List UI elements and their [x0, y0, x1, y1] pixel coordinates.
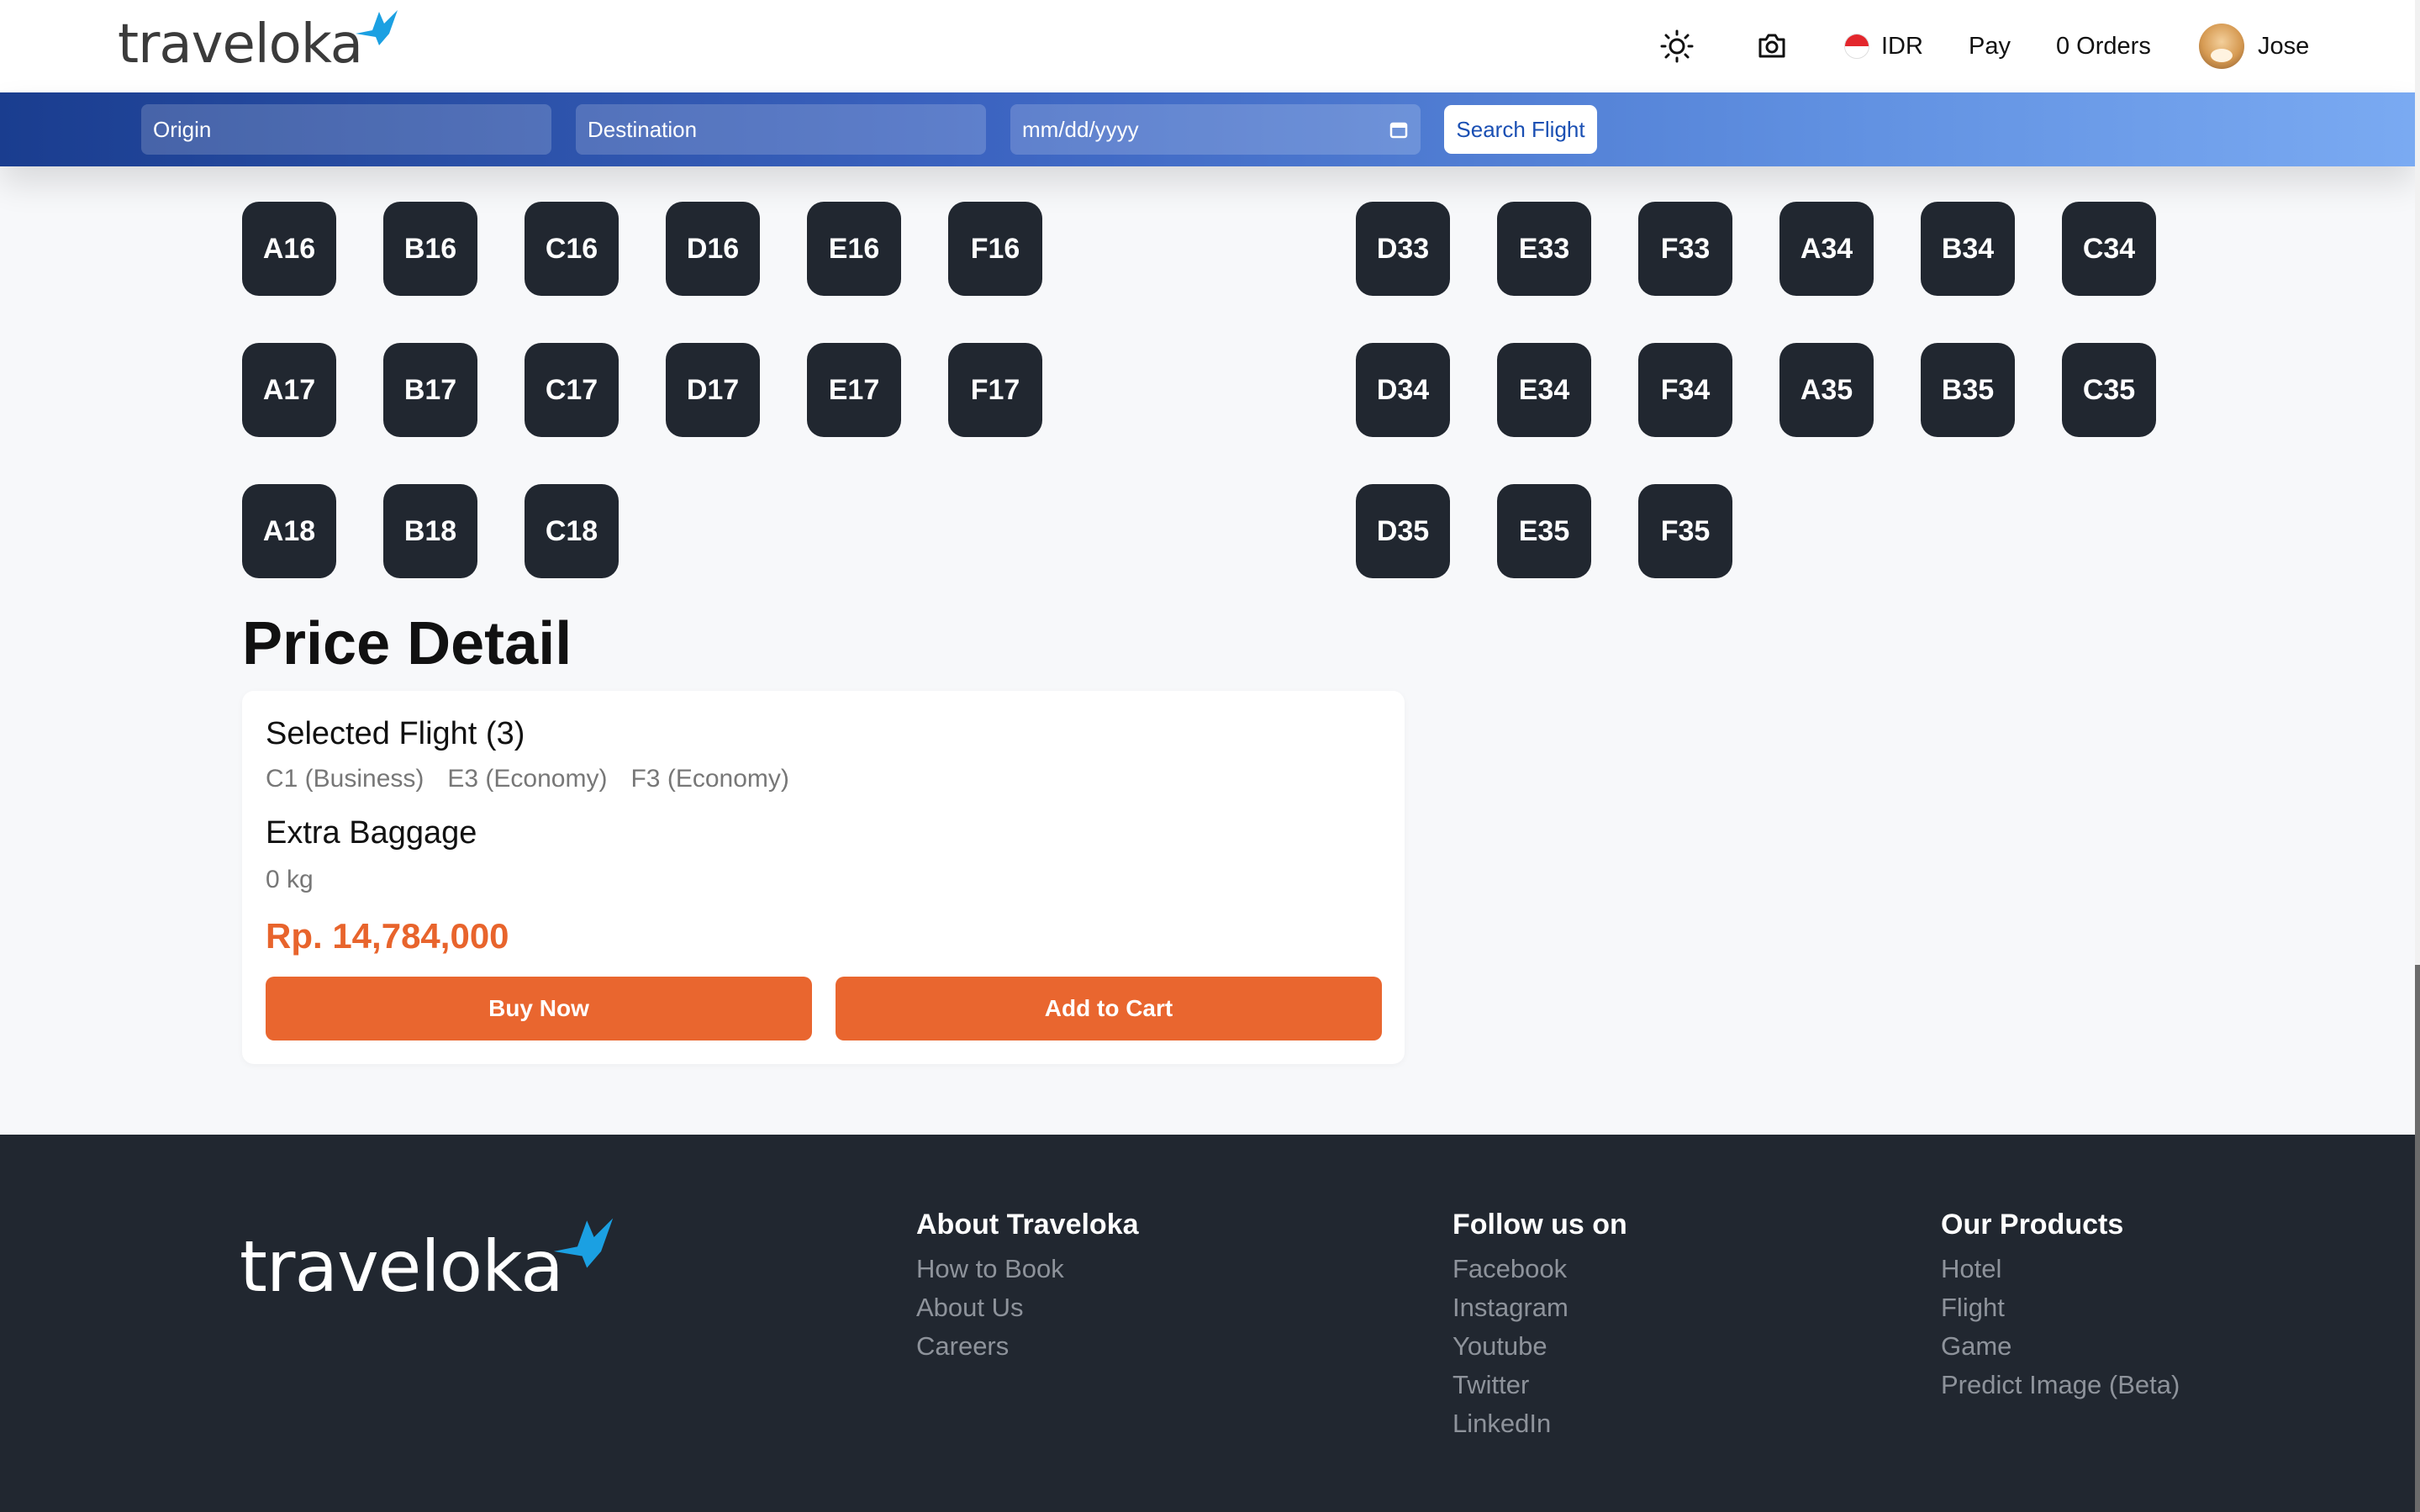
footer-link[interactable]: Predict Image (Beta): [1941, 1366, 2180, 1404]
sun-icon: [1660, 29, 1694, 63]
seat-button[interactable]: B16: [383, 202, 477, 296]
pay-link[interactable]: Pay: [1969, 33, 2011, 61]
footer-column-follow: Follow us on Facebook Instagram Youtube …: [1453, 1209, 1627, 1443]
selected-flight-label: Selected Flight (3): [266, 716, 525, 751]
seat-button[interactable]: E16: [807, 202, 901, 296]
bird-logo-icon: [355, 10, 398, 45]
user-menu[interactable]: Jose: [2199, 24, 2309, 69]
seat-button[interactable]: A18: [242, 484, 336, 578]
footer: traveloka About Traveloka How to Book Ab…: [0, 1135, 2415, 1512]
orders-link[interactable]: 0 Orders: [2056, 33, 2151, 61]
footer-link[interactable]: Flight: [1941, 1288, 2180, 1327]
footer-link[interactable]: About Us: [916, 1288, 1139, 1327]
seat-button[interactable]: F33: [1638, 202, 1732, 296]
seat-button[interactable]: F17: [948, 343, 1042, 437]
origin-input[interactable]: [153, 116, 540, 143]
destination-input[interactable]: [588, 116, 974, 143]
footer-link[interactable]: Hotel: [1941, 1250, 2180, 1288]
footer-column-products: Our Products Hotel Flight Game Predict I…: [1941, 1209, 2180, 1404]
camera-icon: [1758, 34, 1785, 58]
seat-button[interactable]: B35: [1921, 343, 2015, 437]
footer-link[interactable]: How to Book: [916, 1250, 1139, 1288]
seat-button[interactable]: A34: [1779, 202, 1874, 296]
footer-logo-text: traveloka: [240, 1225, 564, 1308]
footer-link[interactable]: Facebook: [1453, 1250, 1627, 1288]
footer-logo[interactable]: traveloka: [240, 1218, 615, 1308]
buy-now-button[interactable]: Buy Now: [266, 977, 812, 1040]
seat-button[interactable]: D16: [666, 202, 760, 296]
seat-button[interactable]: D33: [1356, 202, 1450, 296]
seat-button[interactable]: C16: [525, 202, 619, 296]
selected-seat: C1 (Business): [266, 765, 424, 793]
footer-column-title: Follow us on: [1453, 1209, 1627, 1241]
total-price: Rp. 14,784,000: [266, 916, 509, 956]
seat-button[interactable]: E33: [1497, 202, 1591, 296]
price-detail-card: Selected Flight (3) C1 (Business) E3 (Ec…: [242, 691, 1405, 1064]
selected-seat: E3 (Economy): [447, 765, 608, 793]
seat-button[interactable]: D17: [666, 343, 760, 437]
flight-search-bar: mm/dd/yyyy Search Flight: [0, 92, 2415, 166]
footer-link[interactable]: Game: [1941, 1327, 2180, 1366]
footer-link[interactable]: Youtube: [1453, 1327, 1627, 1366]
calendar-icon[interactable]: [1389, 119, 1409, 140]
seat-button[interactable]: D35: [1356, 484, 1450, 578]
price-detail-title: Price Detail: [242, 610, 572, 677]
scrollbar-thumb[interactable]: [2415, 965, 2420, 1512]
extra-baggage-value: 0 kg: [266, 866, 314, 893]
currency-selector[interactable]: IDR: [1844, 33, 1923, 61]
theme-toggle-button[interactable]: [1659, 29, 1695, 64]
footer-link[interactable]: Instagram: [1453, 1288, 1627, 1327]
camera-button[interactable]: [1755, 29, 1789, 63]
seat-button[interactable]: C17: [525, 343, 619, 437]
origin-field[interactable]: [141, 104, 551, 155]
footer-link[interactable]: Twitter: [1453, 1366, 1627, 1404]
top-navbar: traveloka IDR Pay 0 Orders Jose: [0, 0, 2415, 92]
traveloka-logo[interactable]: traveloka: [118, 7, 399, 82]
seat-button[interactable]: F16: [948, 202, 1042, 296]
seat-button[interactable]: F35: [1638, 484, 1732, 578]
footer-column-title: Our Products: [1941, 1209, 2124, 1241]
footer-link[interactable]: Careers: [916, 1327, 1139, 1366]
extra-baggage-label: Extra Baggage: [266, 815, 477, 851]
user-name: Jose: [2258, 32, 2310, 60]
footer-link[interactable]: LinkedIn: [1453, 1404, 1627, 1443]
seat-button[interactable]: A17: [242, 343, 336, 437]
seat-button[interactable]: A35: [1779, 343, 1874, 437]
seat-button[interactable]: E17: [807, 343, 901, 437]
date-input[interactable]: mm/dd/yyyy: [1022, 117, 1139, 143]
seat-button[interactable]: C18: [525, 484, 619, 578]
seat-button[interactable]: E35: [1497, 484, 1591, 578]
seat-button[interactable]: D34: [1356, 343, 1450, 437]
search-flight-button[interactable]: Search Flight: [1444, 105, 1597, 154]
seat-button[interactable]: B18: [383, 484, 477, 578]
avatar: [2199, 24, 2244, 69]
logo-text: traveloka: [118, 13, 363, 76]
seat-button[interactable]: F34: [1638, 343, 1732, 437]
seat-button[interactable]: B34: [1921, 202, 2015, 296]
currency-label: IDR: [1881, 32, 1923, 60]
seat-button[interactable]: C35: [2062, 343, 2156, 437]
footer-column-about: About Traveloka How to Book About Us Car…: [916, 1209, 1139, 1366]
indonesia-flag-icon: [1844, 34, 1869, 59]
destination-field[interactable]: [576, 104, 986, 155]
seat-button[interactable]: C34: [2062, 202, 2156, 296]
seat-button[interactable]: A16: [242, 202, 336, 296]
seat-button[interactable]: B17: [383, 343, 477, 437]
seat-button[interactable]: E34: [1497, 343, 1591, 437]
date-field[interactable]: mm/dd/yyyy: [1010, 104, 1421, 155]
add-to-cart-button[interactable]: Add to Cart: [836, 977, 1382, 1040]
selected-seats-list: C1 (Business) E3 (Economy) F3 (Economy): [266, 765, 789, 793]
selected-seat: F3 (Economy): [630, 765, 789, 793]
footer-column-title: About Traveloka: [916, 1209, 1139, 1241]
bird-logo-icon: [553, 1218, 613, 1268]
